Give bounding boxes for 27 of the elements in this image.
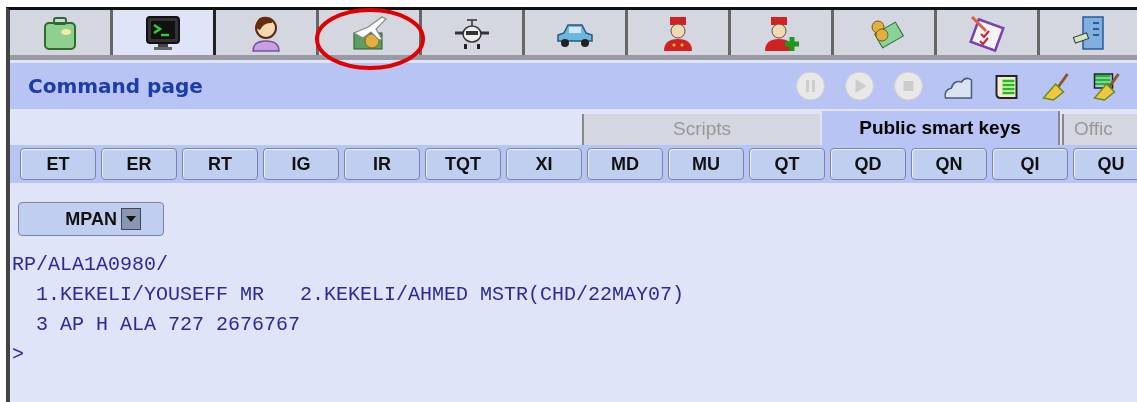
- smart-key-button[interactable]: MU: [668, 148, 744, 180]
- smart-key-button[interactable]: TQT: [425, 148, 501, 180]
- smart-key-button[interactable]: QN: [911, 148, 987, 180]
- terminal-line: RP/ALA1A0980/: [12, 252, 169, 278]
- smart-key-button[interactable]: IR: [344, 148, 420, 180]
- terminal-line: 1.KEKELI/YOUSEFF MR 2.KEKELI/AHMED MSTR(CHD/22MAY07): [35, 282, 685, 308]
- panel-title: Command page: [28, 73, 203, 100]
- smart-key-button[interactable]: QI: [992, 148, 1068, 180]
- app-tab[interactable]: [113, 10, 216, 55]
- app-tab[interactable]: [937, 10, 1040, 55]
- smart-key-button[interactable]: MD: [587, 148, 663, 180]
- smart-key-button[interactable]: RT: [182, 148, 258, 180]
- smart-key-button[interactable]: ET: [20, 148, 96, 180]
- smart-key-button[interactable]: ER: [101, 148, 177, 180]
- command-dropdown[interactable]: MPAN: [18, 202, 164, 236]
- smart-key-button[interactable]: XI: [506, 148, 582, 180]
- smart-key-button[interactable]: QT: [749, 148, 825, 180]
- terminal-line: 3 AP H ALA 727 2676767: [35, 312, 301, 338]
- app-tab[interactable]: [525, 10, 628, 55]
- app-tab[interactable]: [422, 10, 525, 55]
- smart-key-button[interactable]: QD: [830, 148, 906, 180]
- smart-key-button[interactable]: QU: [1073, 148, 1137, 180]
- terminal-line: >: [12, 342, 24, 368]
- caret-icon: [126, 216, 136, 222]
- key-set-tab[interactable]: Public smart keys: [822, 111, 1060, 145]
- smart-key-button[interactable]: IG: [263, 148, 339, 180]
- app-tab[interactable]: [216, 10, 319, 55]
